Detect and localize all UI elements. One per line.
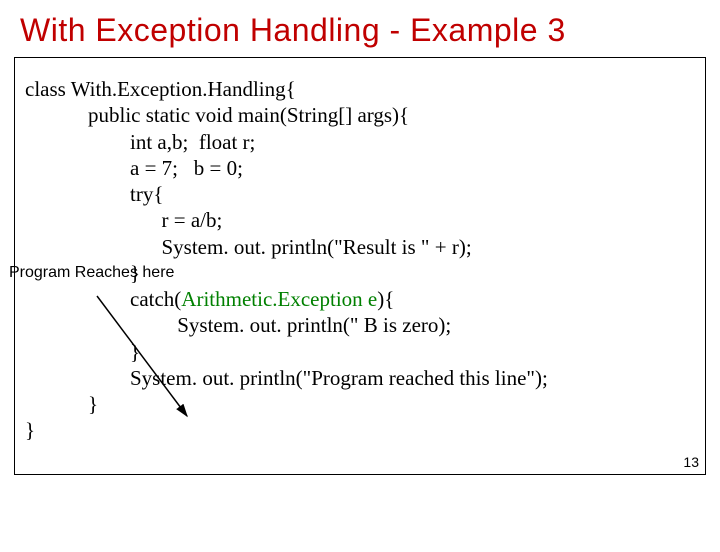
exception-type: Arithmetic.Exception e	[181, 287, 377, 311]
code-line: a = 7; b = 0;	[25, 156, 243, 180]
code-line: System. out. println("Result is " + r);	[25, 235, 472, 259]
code-line: r = a/b;	[25, 208, 222, 232]
code-line: }	[25, 418, 35, 442]
code-line: class With.Exception.Handling{	[25, 77, 296, 101]
annotation-label: Program Reaches here	[9, 264, 174, 282]
code-line: catch(Arithmetic.Exception e){	[25, 287, 394, 311]
slide-title: With Exception Handling - Example 3	[20, 12, 720, 49]
code-line: int a,b; float r;	[25, 130, 255, 154]
page-number: 13	[683, 454, 699, 470]
code-line: try{	[25, 182, 163, 206]
code-line: public static void main(String[] args){	[25, 103, 409, 127]
arrow-icon	[87, 286, 207, 426]
code-frame: class With.Exception.Handling{ public st…	[14, 57, 706, 475]
